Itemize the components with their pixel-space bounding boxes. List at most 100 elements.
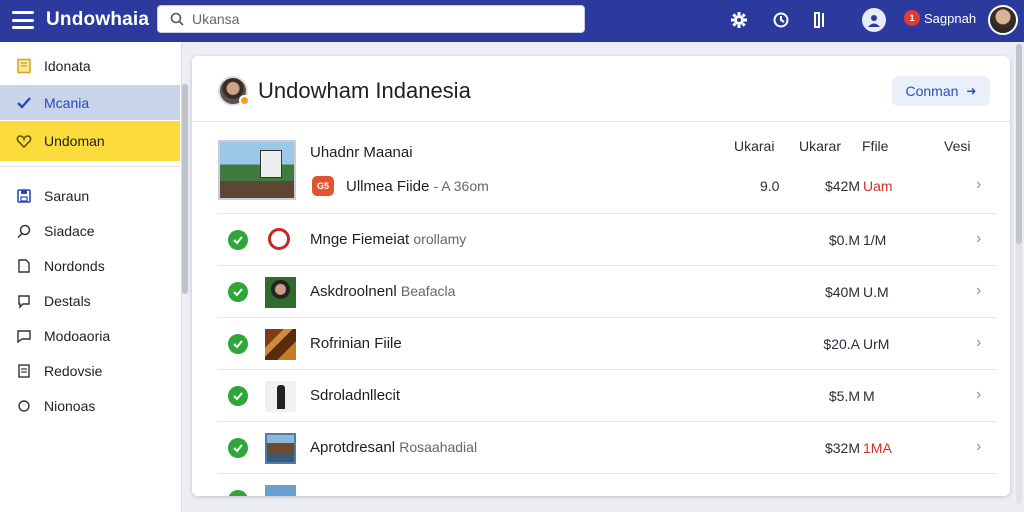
row-col-ukarar: $42M bbox=[824, 178, 860, 194]
row-name: Askdroolnenl Beafacla bbox=[310, 283, 456, 300]
row-col-ukarar: $5.M bbox=[828, 388, 860, 404]
row-col-ffile: U.M bbox=[863, 284, 889, 300]
table-row[interactable]: Aprotdresanl Rosaahadial $32M 1MA › bbox=[218, 422, 996, 474]
row-name: Sdroladnllecit bbox=[310, 387, 401, 404]
row-col-ffile: M bbox=[863, 388, 875, 404]
row-name: Ullmea Fiide - A 36om bbox=[346, 178, 489, 195]
profile-avatar bbox=[218, 76, 250, 106]
sidebar-item-label: Saraun bbox=[44, 187, 90, 204]
sidebar-item-saraun[interactable]: Saraun bbox=[0, 178, 180, 213]
user-name: Sagpnah bbox=[924, 10, 977, 26]
settings-icon[interactable] bbox=[728, 9, 750, 31]
search-input[interactable] bbox=[192, 11, 572, 27]
sidebar-item-label: Idonata bbox=[44, 57, 91, 74]
column-header-ukarar[interactable]: Ukarar bbox=[799, 138, 841, 154]
menu-icon[interactable] bbox=[12, 11, 34, 29]
check-icon bbox=[14, 95, 34, 111]
column-header-vesi[interactable]: Vesi bbox=[944, 138, 970, 154]
chevron-right-icon: › bbox=[976, 230, 982, 247]
check-circle-icon[interactable] bbox=[228, 230, 248, 250]
sidebar-divider bbox=[0, 166, 180, 167]
sidebar-item-label: Siadace bbox=[44, 222, 95, 239]
file-thumbnail bbox=[265, 433, 296, 464]
sidebar-item-destals[interactable]: Destals bbox=[0, 283, 180, 318]
chevron-right-icon: › bbox=[976, 438, 982, 455]
check-circle-icon[interactable] bbox=[228, 282, 248, 302]
table-row-partial[interactable] bbox=[218, 474, 996, 496]
row-name: Aprotdresanl Rosaahadial bbox=[310, 439, 478, 456]
row-col-ukarai: 9.0 bbox=[760, 178, 780, 194]
search-bar[interactable] bbox=[157, 5, 585, 33]
page-title: Undowham Indanesia bbox=[258, 78, 471, 103]
message-icon bbox=[14, 328, 34, 344]
conman-button[interactable]: Conman ➜ bbox=[892, 76, 990, 106]
row-name: Mnge Fiemeiat orollamy bbox=[310, 231, 467, 248]
conman-button-label: Conman bbox=[905, 83, 959, 99]
sidebar-scrollbar[interactable] bbox=[182, 84, 188, 294]
sidebar-item-label: Nordonds bbox=[44, 257, 105, 274]
check-circle-icon[interactable] bbox=[228, 386, 248, 406]
file-thumbnail bbox=[268, 228, 290, 250]
history-icon[interactable] bbox=[770, 9, 792, 31]
sidebar-item-mcania[interactable]: Mcania bbox=[0, 85, 180, 120]
sidebar-item-siadace[interactable]: Siadace bbox=[0, 213, 180, 248]
main-scrollbar[interactable] bbox=[1016, 44, 1022, 504]
arrow-right-icon: ➜ bbox=[966, 84, 977, 98]
account-icon[interactable] bbox=[862, 8, 886, 32]
check-circle-icon[interactable] bbox=[228, 438, 248, 458]
sidebar-item-undoman[interactable]: Undoman bbox=[0, 121, 180, 161]
phone-icon[interactable] bbox=[809, 9, 831, 31]
chevron-right-icon: › bbox=[976, 386, 982, 403]
sidebar-item-label: Undoman bbox=[44, 133, 105, 149]
chevron-right-icon: › bbox=[976, 282, 982, 299]
sidebar: Idonata Mcania Undoman Saraun Siadace No… bbox=[0, 42, 182, 512]
sidebar-item-label: Redovsie bbox=[44, 362, 103, 379]
user-avatar[interactable] bbox=[988, 5, 1018, 35]
row-col-ffile: UrM bbox=[863, 336, 890, 352]
table-row[interactable]: Sdroladnllecit $5.M M › bbox=[218, 370, 996, 422]
sidebar-item-label: Destals bbox=[44, 292, 91, 309]
row-col-ffile: 1/M bbox=[863, 232, 887, 248]
table-row[interactable]: G5 Ullmea Fiide - A 36om 9.0 $42M Uam › bbox=[218, 160, 996, 214]
card-header: Undowham Indanesia Conman ➜ bbox=[192, 56, 1010, 122]
chat-icon bbox=[14, 293, 34, 309]
sidebar-item-redovsie[interactable]: Redovsie bbox=[0, 353, 180, 388]
search-icon bbox=[14, 223, 34, 239]
row-col-ffile: 1MA bbox=[863, 440, 892, 456]
heart-icon bbox=[14, 133, 34, 149]
table-row[interactable]: Rofrinian Fiile $20.A UrM › bbox=[218, 318, 996, 370]
list-icon bbox=[14, 363, 34, 379]
file-thumbnail bbox=[265, 485, 296, 496]
column-header-ukarai[interactable]: Ukarai bbox=[734, 138, 774, 154]
featured-item-title: Uhadnr Maanai bbox=[310, 144, 413, 161]
app-title: Undowhaia bbox=[46, 9, 150, 30]
search-icon bbox=[170, 12, 184, 26]
save-icon bbox=[14, 188, 34, 204]
sidebar-item-nionoas[interactable]: Nionoas bbox=[0, 388, 180, 423]
document-icon bbox=[14, 258, 34, 274]
notification-badge[interactable]: 1 Sagpnah bbox=[904, 10, 976, 26]
sidebar-item-label: Mcania bbox=[44, 94, 90, 111]
row-name: Rofrinian Fiile bbox=[310, 335, 402, 352]
file-thumbnail bbox=[265, 277, 296, 308]
folder-icon bbox=[14, 58, 34, 74]
status-badge bbox=[239, 95, 250, 106]
sidebar-item-modoaoria[interactable]: Modoaoria bbox=[0, 318, 180, 353]
content-card: Undowham Indanesia Conman ➜ Ukarai Ukara… bbox=[192, 56, 1010, 496]
row-col-ukarar: $40M bbox=[824, 284, 860, 300]
sidebar-item-nordonds[interactable]: Nordonds bbox=[0, 248, 180, 283]
table-row[interactable]: Mnge Fiemeiat orollamy $0.M 1/M › bbox=[218, 214, 996, 266]
top-app-bar: Undowhaia 1 Sagpnah bbox=[0, 0, 1024, 42]
row-col-ukarar: $32M bbox=[824, 440, 860, 456]
file-type-icon: G5 bbox=[312, 176, 334, 196]
notification-count: 1 bbox=[904, 10, 920, 26]
chevron-right-icon: › bbox=[976, 176, 982, 193]
check-circle-icon[interactable] bbox=[228, 490, 248, 496]
column-header-ffile[interactable]: Ffile bbox=[862, 138, 888, 154]
table-row[interactable]: Askdroolnenl Beafacla $40M U.M › bbox=[218, 266, 996, 318]
check-circle-icon[interactable] bbox=[228, 334, 248, 354]
sidebar-item-label: Nionoas bbox=[44, 397, 96, 414]
sidebar-item-idonata[interactable]: Idonata bbox=[0, 48, 180, 83]
row-col-ffile: Uam bbox=[863, 178, 893, 194]
circle-icon bbox=[14, 398, 34, 414]
